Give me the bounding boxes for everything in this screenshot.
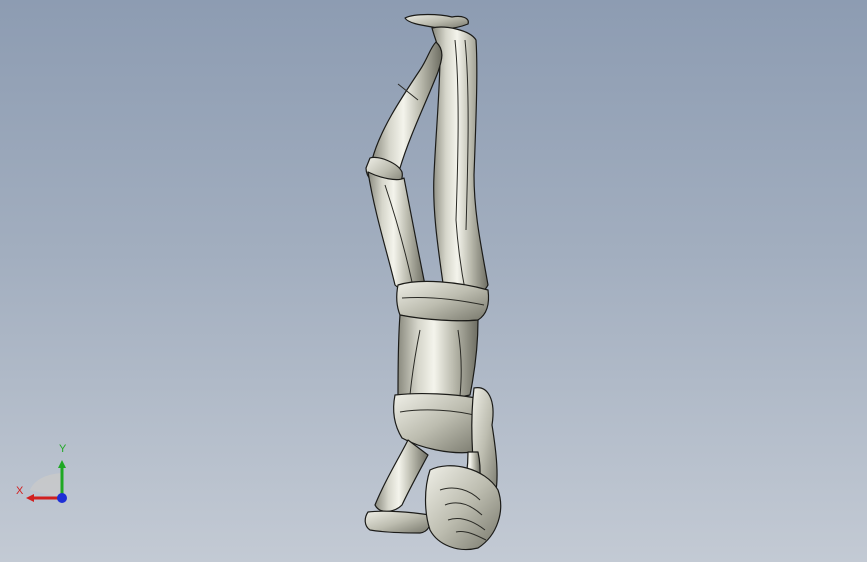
hips [396, 280, 490, 322]
3d-model-headstand-figure[interactable] [0, 0, 867, 562]
leg-left-lower [367, 171, 426, 292]
foot-left [404, 13, 469, 30]
y-axis-label: Y [59, 443, 67, 455]
x-axis-label: X [16, 485, 24, 497]
leg-left-upper [371, 41, 443, 172]
arm-left [374, 439, 429, 512]
forearm-left [364, 510, 432, 534]
coordinate-axis-triad: X Y [10, 440, 76, 506]
graphics-viewport[interactable]: X Y [0, 0, 867, 562]
torso [397, 314, 479, 400]
